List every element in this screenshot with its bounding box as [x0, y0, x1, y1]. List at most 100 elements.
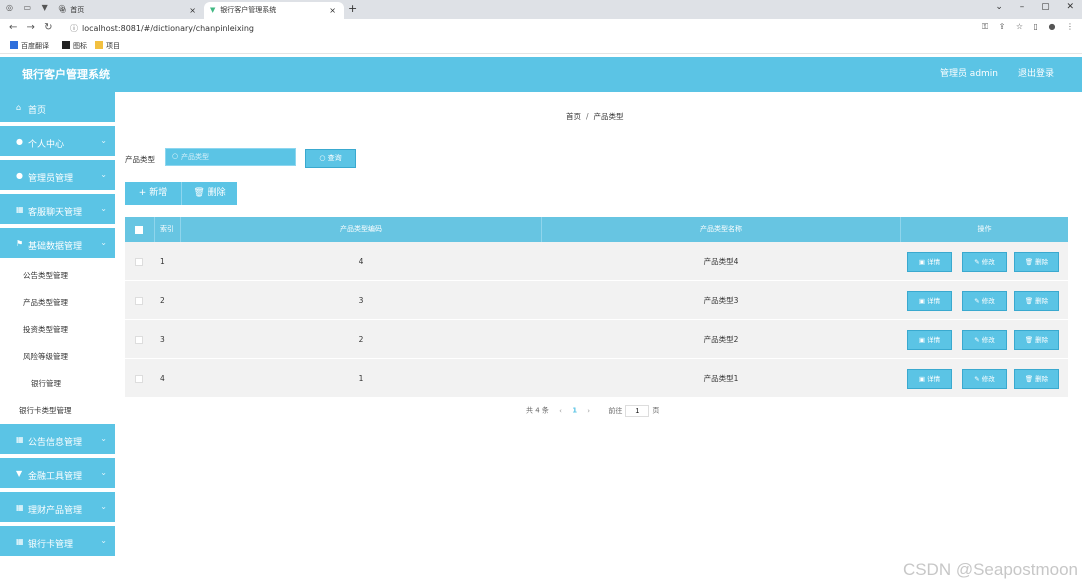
row-delete-button[interactable]: 🗑 删除 [1014, 291, 1059, 311]
th-ops: 操作 [977, 225, 992, 233]
chevron-down-icon: ⌄ [100, 170, 107, 179]
sidebar-item-label: 基础数据管理 [28, 242, 83, 252]
user-icon: ● [16, 137, 23, 146]
cell-code: 1 [358, 374, 364, 383]
trash-icon: 🗑 [1024, 336, 1034, 344]
logout-link[interactable]: 退出登录 [1018, 57, 1054, 92]
edit-button[interactable]: ✎ 修改 [962, 369, 1007, 389]
submenu-item-product-type[interactable]: 产品类型管理 [0, 289, 115, 316]
search-field[interactable]: ○ [165, 148, 296, 166]
submenu-item-notice-type[interactable]: 公告类型管理 [0, 262, 115, 289]
new-tab-icon[interactable]: + [348, 2, 357, 15]
row-checkbox[interactable] [135, 336, 143, 344]
sidebar-item-admin[interactable]: ● 管理员管理 ⌄ [0, 160, 115, 194]
goto-page-input[interactable] [625, 405, 650, 417]
cell-name: 产品类型4 [703, 257, 739, 266]
sidebar-item-notices[interactable]: ▦ 公告信息管理 ⌄ [0, 424, 115, 458]
cell-code: 4 [358, 257, 364, 266]
prev-page-icon[interactable]: ‹ [559, 407, 562, 415]
sidebar-item-label: 公告信息管理 [28, 438, 83, 448]
edit-icon: ✎ [974, 375, 980, 383]
url-text: localhost:8081/#/dictionary/chanpinleixi… [82, 24, 254, 33]
table-row: 1 4 产品类型4 ▣ 详情 ✎ 修改 🗑 删除 [125, 242, 1068, 281]
add-button[interactable]: + 新增 [125, 182, 181, 205]
nav-buttons[interactable]: ← → ↻ [9, 22, 53, 33]
sidebar-item-home[interactable]: ⌂ 首页 [0, 92, 115, 126]
breadcrumb: 首页 / 产品类型 [566, 111, 624, 122]
sidebar-item-fin-tools[interactable]: ▼ 金融工具管理 ⌄ [0, 458, 115, 492]
page-suffix: 页 [652, 406, 660, 415]
detail-button[interactable]: ▣ 详情 [907, 252, 952, 272]
bookmark-icons[interactable]: 图标 [62, 40, 87, 52]
grid-icon: ▦ [16, 537, 24, 546]
edit-button[interactable]: ✎ 修改 [962, 252, 1007, 272]
data-table: 索引 产品类型编码 产品类型名称 操作 1 4 产品类型4 ▣ 详情 ✎ 修改 … [125, 217, 1068, 398]
row-delete-button[interactable]: 🗑 删除 [1014, 330, 1059, 350]
row-checkbox[interactable] [135, 297, 143, 305]
sidebar-item-chat[interactable]: ▦ 客服聊天管理 ⌄ [0, 194, 115, 228]
next-page-icon[interactable]: › [587, 407, 590, 415]
cell-code: 3 [358, 296, 364, 305]
sidebar-item-label: 银行卡管理 [28, 540, 74, 550]
sidebar-item-label: 客服聊天管理 [28, 208, 83, 218]
close-icon[interactable]: × [189, 2, 196, 19]
toolbar-icons[interactable]: ⚿ ⇪ ☆ ▯ ● ⋮ [982, 22, 1074, 32]
chevron-down-icon: ⌄ [100, 502, 107, 511]
row-checkbox[interactable] [135, 258, 143, 266]
pagination: 共 4 条 ‹ 1 › 前往 页 [526, 405, 659, 417]
search-input[interactable] [181, 151, 291, 163]
submenu-item-bank[interactable]: 银行管理 [0, 370, 115, 397]
th-code: 产品类型编码 [181, 217, 542, 242]
detail-icon: ▣ [918, 375, 926, 383]
grid-icon: ▦ [16, 503, 24, 512]
table-header: 索引 产品类型编码 产品类型名称 操作 [125, 217, 1068, 242]
sidebar-item-wealth[interactable]: ▦ 理财产品管理 ⌄ [0, 492, 115, 526]
edit-button[interactable]: ✎ 修改 [962, 330, 1007, 350]
detail-button[interactable]: ▣ 详情 [907, 369, 952, 389]
detail-icon: ▣ [918, 297, 926, 305]
window-controls[interactable]: ⌄ – ▢ ✕ [995, 2, 1074, 12]
row-checkbox[interactable] [135, 375, 143, 383]
submenu-item-invest-type[interactable]: 投资类型管理 [0, 316, 115, 343]
submenu-item-card-type[interactable]: 银行卡类型管理 [0, 397, 115, 424]
flag-icon: ⚑ [16, 239, 24, 248]
chevron-down-icon: ⌄ [100, 468, 107, 477]
edit-button[interactable]: ✎ 修改 [962, 291, 1007, 311]
trash-icon: 🗑 [1024, 297, 1034, 305]
sidebar-item-label: 管理员管理 [28, 174, 74, 184]
bookmark-projects[interactable]: 项目 [95, 40, 120, 52]
trash-icon: 🗑 [1024, 375, 1034, 383]
th-index: 索引 [155, 217, 181, 242]
delete-button-label: 删除 [207, 188, 226, 198]
breadcrumb-separator: / [586, 112, 589, 121]
bookmark-translate[interactable]: 百度翻译 [10, 40, 49, 52]
sidebar-item-personal[interactable]: ● 个人中心 ⌄ [0, 126, 115, 160]
edit-icon: ✎ [974, 336, 980, 344]
sidebar-item-cards[interactable]: ▦ 银行卡管理 ⌄ [0, 526, 115, 560]
tab-label: 银行客户管理系统 [220, 6, 277, 14]
page-number[interactable]: 1 [572, 407, 577, 415]
cell-name: 产品类型1 [703, 374, 739, 383]
edit-label: 修改 [981, 297, 995, 305]
browser-tab-home[interactable]: ◎ 首页 × [54, 2, 204, 19]
breadcrumb-home[interactable]: 首页 [566, 112, 581, 121]
delete-label: 删除 [1035, 375, 1049, 383]
delete-label: 删除 [1035, 336, 1049, 344]
row-delete-button[interactable]: 🗑 删除 [1014, 369, 1059, 389]
detail-label: 详情 [927, 258, 941, 266]
batch-delete-button[interactable]: 🗑 删除 [181, 182, 237, 205]
detail-button[interactable]: ▣ 详情 [907, 330, 952, 350]
browser-tab-active[interactable]: ▼ 银行客户管理系统 × [204, 2, 344, 19]
submenu-item-risk-level[interactable]: 风险等级管理 [0, 343, 115, 370]
detail-label: 详情 [927, 336, 941, 344]
edit-label: 修改 [981, 258, 995, 266]
watermark: CSDN @Seapostmoon [902, 560, 1078, 579]
address-bar[interactable]: ⓘ localhost:8081/#/dictionary/chanpinleix… [70, 21, 990, 36]
sidebar-item-basic-data[interactable]: ⚑ 基础数据管理 ⌄ [0, 228, 115, 262]
row-delete-button[interactable]: 🗑 删除 [1014, 252, 1059, 272]
translate-icon [10, 41, 18, 49]
close-icon[interactable]: × [329, 2, 336, 19]
query-button[interactable]: ○ 查询 [305, 149, 356, 168]
sidebar-item-label: 金融工具管理 [28, 472, 83, 482]
detail-button[interactable]: ▣ 详情 [907, 291, 952, 311]
